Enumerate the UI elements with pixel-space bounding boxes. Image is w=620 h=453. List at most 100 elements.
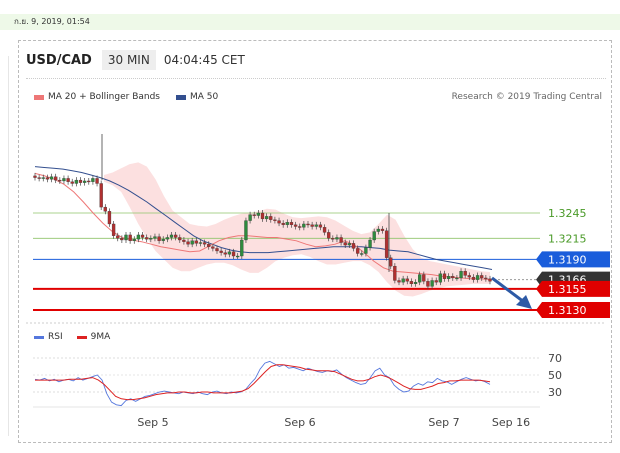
candle-body (322, 227, 327, 233)
candle-body (116, 235, 120, 239)
candle-body (273, 219, 277, 221)
candle-body (70, 181, 74, 184)
candle-body (372, 231, 376, 241)
rsi-tick-label: 50 (548, 369, 562, 382)
candle-body (132, 238, 136, 241)
candle-body (45, 177, 50, 180)
candle-body (260, 212, 265, 220)
candle-body (289, 222, 294, 225)
candle-body (355, 248, 360, 254)
candle-body (169, 234, 174, 238)
candle-body (376, 228, 380, 232)
candle-body (99, 183, 103, 208)
candle-body (405, 278, 409, 282)
candle-body (293, 224, 298, 227)
candle-body (107, 211, 112, 225)
candle-body (41, 177, 45, 179)
candle-body (451, 276, 455, 279)
candle-body (62, 178, 66, 182)
candle-body (194, 240, 198, 244)
candle-body (227, 251, 232, 255)
level-label: 1.3130 (548, 304, 587, 317)
level-label: 1.3215 (548, 232, 587, 245)
rsi-tick-label: 70 (548, 352, 562, 365)
candle-body (198, 242, 203, 244)
candle-body (140, 234, 145, 238)
candle-body (124, 234, 128, 241)
candle-body (74, 179, 79, 184)
candle-body (37, 177, 41, 179)
candle-body (149, 238, 153, 240)
candle-body (335, 237, 339, 240)
candle-body (318, 224, 323, 228)
candle-body (368, 239, 372, 248)
level-label: 1.3155 (548, 283, 587, 296)
candle-body (153, 236, 157, 239)
candle-body (314, 224, 318, 227)
candle-body (438, 273, 443, 283)
rsi-tick-label: 30 (548, 386, 562, 399)
candle-body (285, 222, 289, 225)
bollinger-band (104, 162, 490, 297)
candle-body (82, 180, 87, 183)
candle-body (33, 175, 37, 178)
candle-body (66, 178, 70, 182)
candle-body (480, 275, 484, 279)
candle-body (467, 275, 471, 278)
candle-body (384, 230, 389, 258)
candle-body (165, 237, 170, 240)
candle-body (475, 275, 480, 280)
candle-body (157, 236, 161, 241)
candle-body (484, 277, 488, 280)
candle-body (91, 178, 95, 182)
projection-arrow-shaft (491, 276, 525, 304)
candle-body (58, 179, 62, 182)
candle-body (240, 239, 244, 257)
candle-body (128, 234, 132, 241)
candle-body (426, 281, 430, 287)
candle-body (145, 237, 149, 240)
candle-body (343, 242, 347, 246)
candle-body (54, 176, 58, 181)
x-tick-label: Sep 7 (428, 416, 459, 429)
candle-body (413, 282, 418, 285)
candle-body (190, 240, 194, 245)
candle-body (442, 273, 447, 279)
level-label: 1.3245 (548, 207, 587, 220)
candle-body (302, 223, 306, 228)
candle-body (103, 206, 107, 212)
candle-body (248, 214, 252, 221)
candle-body (360, 253, 364, 255)
candle-body (298, 226, 302, 228)
level-label: 1.3190 (548, 253, 587, 266)
candle-body (236, 255, 240, 258)
candle-body (281, 222, 285, 225)
candle-body (446, 276, 451, 279)
candle-body (430, 280, 434, 287)
x-tick-label: Sep 16 (492, 416, 530, 429)
candle-body (264, 216, 269, 220)
x-tick-label: Sep 6 (284, 416, 315, 429)
candle-body (347, 243, 352, 246)
candle-body (397, 280, 401, 283)
candle-body (393, 265, 397, 281)
candle-body (186, 241, 190, 245)
candle-body (95, 178, 99, 184)
candle-body (339, 237, 343, 243)
chart-canvas: 1.32451.32151.31901.31661.31551.31307050… (26, 134, 610, 429)
candle-body (277, 220, 281, 224)
candle-body (202, 242, 207, 245)
candle-body (244, 220, 248, 241)
candle-body (223, 252, 227, 255)
candle-body (173, 234, 178, 238)
candle-body (418, 274, 422, 283)
candle-body (401, 278, 405, 283)
candle-body (78, 179, 83, 183)
x-tick-label: Sep 5 (137, 416, 168, 429)
candle-body (178, 237, 182, 241)
candle-body (471, 276, 476, 280)
candle-body (49, 176, 54, 180)
candle-body (331, 238, 335, 240)
candle-body (136, 234, 141, 240)
candle-body (219, 250, 223, 253)
